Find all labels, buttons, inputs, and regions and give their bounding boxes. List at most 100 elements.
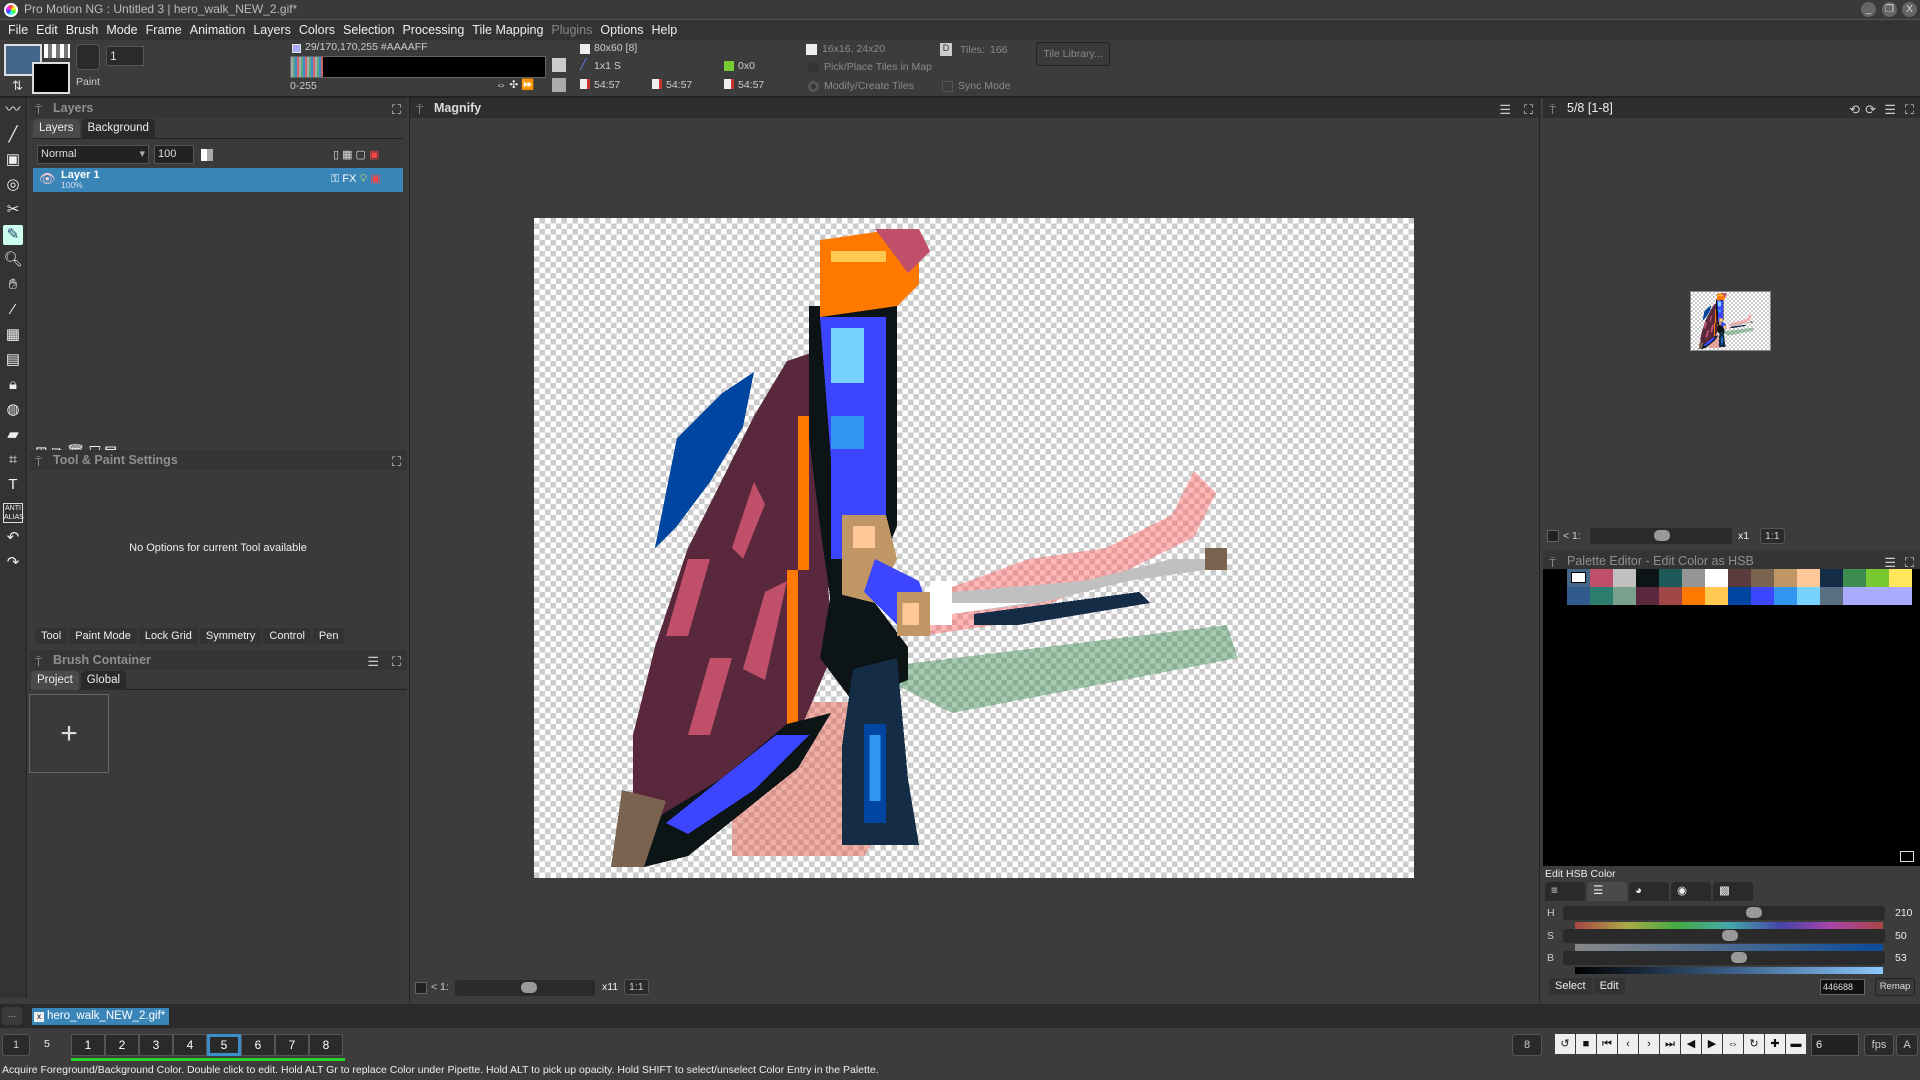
tab-edit[interactable]: Edit: [1593, 978, 1625, 994]
brightness-knob[interactable]: [1730, 952, 1747, 963]
pin-icon[interactable]: ⍑: [35, 652, 42, 672]
rectangle-tool-icon[interactable]: ▣: [3, 150, 23, 170]
palette-swatch[interactable]: [1636, 587, 1659, 605]
palette-swatch[interactable]: [1774, 587, 1797, 605]
pin-icon[interactable]: ⍑: [1549, 100, 1556, 120]
lock-tool-icon[interactable]: 🔒︎: [3, 375, 23, 395]
close-document-icon[interactable]: x: [34, 1012, 44, 1022]
frame-7[interactable]: 7: [275, 1034, 309, 1056]
fps-input[interactable]: 6: [1811, 1034, 1859, 1056]
stamp-tool-icon[interactable]: ▤: [3, 350, 23, 370]
palette-swatch[interactable]: [1682, 569, 1705, 587]
color-wheel-icon[interactable]: ◕: [1629, 882, 1669, 901]
tab-background[interactable]: Background: [81, 119, 155, 138]
menu-file[interactable]: File: [4, 20, 32, 40]
palette-swatch[interactable]: [1843, 587, 1866, 605]
frame-5[interactable]: 5: [207, 1034, 241, 1056]
magnify-tool-icon[interactable]: 🔍︎: [3, 250, 23, 270]
scale-checkbox[interactable]: [415, 982, 427, 994]
saturation-slider[interactable]: [1563, 929, 1885, 943]
hex-input[interactable]: 446688: [1820, 979, 1865, 995]
add-frame-icon[interactable]: ✚: [1765, 1034, 1785, 1054]
text-tool-icon[interactable]: T: [3, 475, 23, 495]
pin-icon[interactable]: ⍑: [35, 100, 42, 120]
close-panel-icon[interactable]: ⛶: [1524, 100, 1533, 120]
tab-select[interactable]: Select: [1549, 978, 1592, 994]
layer-flags-icons[interactable]: ⚿ FX 💡︎ ▣: [331, 172, 381, 186]
eyedropper-tool-icon[interactable]: ⁄: [3, 300, 23, 320]
menu-options[interactable]: Options: [596, 20, 647, 40]
reset-colors-icon[interactable]: ⇅: [12, 78, 23, 94]
fill-tool-icon[interactable]: ◍: [3, 400, 23, 420]
palette-swatch[interactable]: [1659, 587, 1682, 605]
tab-symmetry[interactable]: Symmetry: [199, 628, 262, 644]
eraser-tool-icon[interactable]: ▰: [3, 425, 23, 445]
menu-animation[interactable]: Animation: [186, 20, 250, 40]
preview-slider-knob[interactable]: [1654, 530, 1670, 541]
menu-plugins[interactable]: Plugins: [547, 20, 596, 40]
minimize-button[interactable]: _: [1861, 2, 1876, 17]
palette-swatch[interactable]: [1889, 569, 1912, 587]
panel-menu-icon[interactable]: ☰: [1499, 100, 1511, 120]
color-range-bar[interactable]: [290, 56, 546, 78]
frame-4[interactable]: 4: [173, 1034, 207, 1056]
preview-scale-checkbox[interactable]: [1547, 530, 1559, 542]
circle-tool-icon[interactable]: ◎: [3, 175, 23, 195]
close-panel-icon[interactable]: ⛶: [392, 452, 401, 472]
palette-swatch[interactable]: [1797, 569, 1820, 587]
panel-menu-icon[interactable]: ☰: [367, 652, 379, 672]
color-picker-icon[interactable]: ◉: [1671, 882, 1711, 901]
loop-back-icon[interactable]: ↺: [1555, 1034, 1575, 1054]
frame-6[interactable]: 6: [241, 1034, 275, 1056]
tab-project[interactable]: Project: [31, 671, 79, 690]
menu-processing[interactable]: Processing: [398, 20, 468, 40]
tile-d-icon[interactable]: D: [940, 43, 952, 56]
menu-mode[interactable]: Mode: [102, 20, 141, 40]
pipette-tool-icon[interactable]: ✎: [3, 225, 23, 245]
tab-lock-grid[interactable]: Lock Grid: [138, 628, 198, 644]
transparency-icon[interactable]: [201, 149, 213, 161]
grid-tool-icon[interactable]: ▦: [3, 325, 23, 345]
palette-swatch[interactable]: [1590, 587, 1613, 605]
palette-swatch[interactable]: [1659, 569, 1682, 587]
freehand-tool-icon[interactable]: 〰: [3, 100, 23, 120]
palette-swatch[interactable]: [1820, 569, 1843, 587]
pick-place-radio[interactable]: [808, 62, 819, 73]
pin-icon[interactable]: ⍑: [416, 100, 423, 120]
panel-menu-icon[interactable]: ☰: [1884, 100, 1896, 120]
palette-swatch[interactable]: [1889, 587, 1912, 605]
palette-swatch[interactable]: [1590, 569, 1613, 587]
refresh-icon[interactable]: ⟳: [1865, 100, 1876, 120]
palette-swatch[interactable]: [1567, 569, 1590, 587]
palette-swatch[interactable]: [1636, 569, 1659, 587]
layer-options-icons[interactable]: ▯ ▦ ▢ ▣: [333, 148, 379, 161]
pin-icon[interactable]: ⍑: [35, 452, 42, 472]
ratio-button[interactable]: 1:1: [624, 979, 649, 995]
tab-global[interactable]: Global: [80, 671, 127, 690]
close-window-button[interactable]: X: [1902, 2, 1917, 17]
auto-button[interactable]: A: [1896, 1034, 1918, 1056]
frame-1[interactable]: 1: [71, 1034, 105, 1056]
play-backward-icon[interactable]: ◀: [1681, 1034, 1701, 1054]
palette-expand-icon[interactable]: [1900, 851, 1914, 862]
palette-swatch[interactable]: [1705, 587, 1728, 605]
menu-selection[interactable]: Selection: [339, 20, 398, 40]
undo-icon[interactable]: ↶: [3, 528, 23, 548]
palette-swatch[interactable]: [1682, 587, 1705, 605]
menu-help[interactable]: Help: [648, 20, 682, 40]
loop-icon[interactable]: ↻: [1744, 1034, 1764, 1054]
last-frame-icon[interactable]: ⏭: [1660, 1034, 1680, 1054]
opacity-stepper[interactable]: 100: [154, 145, 194, 164]
palette-swatch[interactable]: [1774, 569, 1797, 587]
drawing-canvas[interactable]: [534, 218, 1414, 878]
menu-brush[interactable]: Brush: [62, 20, 103, 40]
frame-2[interactable]: 2: [105, 1034, 139, 1056]
range-menu-icon[interactable]: [552, 58, 566, 72]
sync-mode-checkbox[interactable]: [942, 81, 953, 92]
close-panel-icon[interactable]: ⛶: [392, 652, 401, 672]
palette-swatch[interactable]: [1728, 569, 1751, 587]
tab-control[interactable]: Control: [263, 628, 311, 644]
hue-knob[interactable]: [1746, 907, 1763, 918]
palette-swatch[interactable]: [1843, 569, 1866, 587]
palette-swatch[interactable]: [1866, 569, 1889, 587]
